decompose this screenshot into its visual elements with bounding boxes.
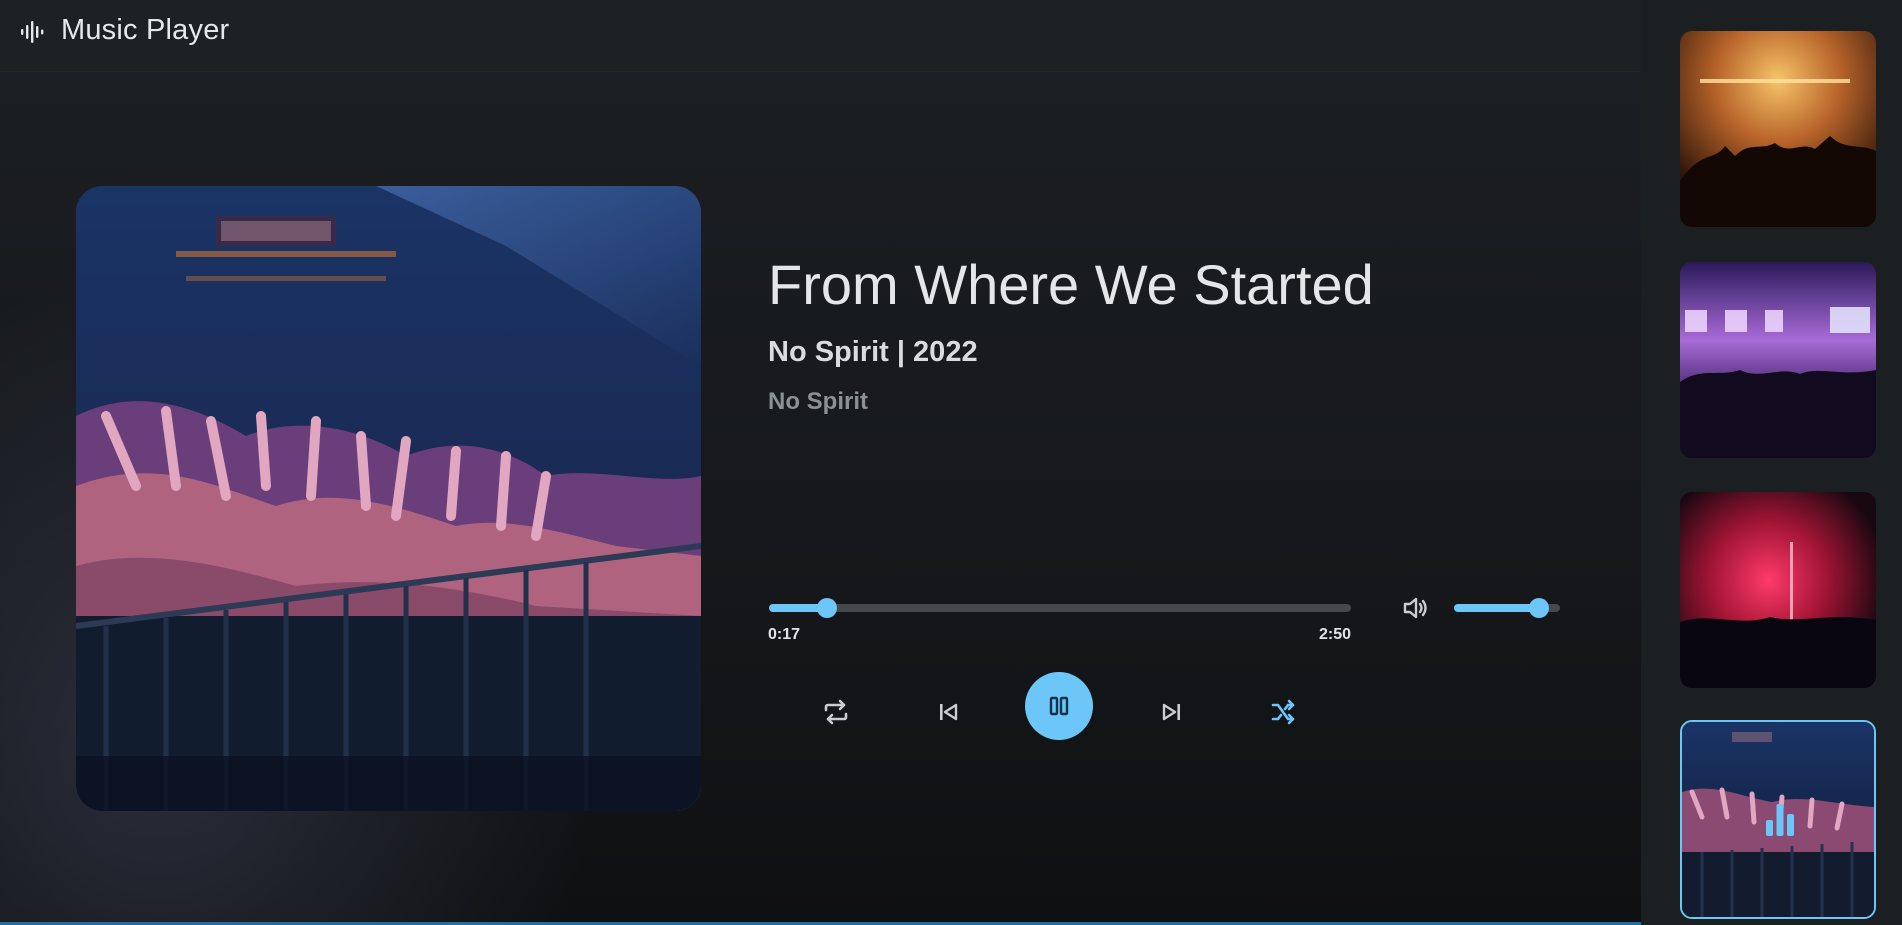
total-time: 2:50 (1318, 626, 1351, 643)
next-button[interactable] (1148, 688, 1196, 736)
concert-stage-orange-image (1680, 31, 1876, 227)
playlist-item[interactable] (1680, 262, 1876, 458)
skip-next-icon (1162, 703, 1180, 721)
playlist-item[interactable] (1680, 492, 1876, 688)
app-title: Music Player (61, 14, 230, 46)
current-time: 0:17 (768, 626, 801, 643)
progress-slider[interactable] (769, 598, 1351, 618)
play-pause-button[interactable] (1025, 672, 1093, 740)
playlist-sidebar (1641, 0, 1902, 925)
volume-fill (1454, 604, 1539, 612)
repeat-icon (824, 699, 848, 725)
audio-waveform-icon (21, 21, 44, 43)
album-artwork (76, 186, 701, 811)
playlist-item-active[interactable] (1680, 720, 1876, 919)
now-playing-bars-icon (1766, 804, 1794, 836)
concert-stage-red-image (1680, 492, 1876, 688)
speaker-volume-icon[interactable] (1400, 593, 1430, 623)
pause-icon (1049, 696, 1069, 716)
skip-previous-icon (940, 703, 958, 721)
track-artist: No Spirit (768, 388, 868, 415)
track-title: From Where We Started (768, 253, 1374, 316)
concert-stage-purple-image (1680, 262, 1876, 458)
shuffle-button[interactable] (1259, 688, 1307, 736)
track-meta: No Spirit | 2022 (768, 336, 978, 368)
previous-button[interactable] (924, 688, 972, 736)
music-player-app: Music Player From Where We Started No Sp… (0, 0, 1902, 925)
volume-slider[interactable] (1454, 598, 1560, 618)
concert-crowd-image (76, 186, 701, 811)
playlist-item[interactable] (1680, 31, 1876, 227)
volume-thumb[interactable] (1528, 598, 1549, 618)
app-header: Music Player (0, 0, 1641, 72)
repeat-button[interactable] (812, 688, 860, 736)
shuffle-icon (1271, 699, 1295, 725)
player-main: From Where We Started No Spirit | 2022 N… (0, 72, 1641, 925)
